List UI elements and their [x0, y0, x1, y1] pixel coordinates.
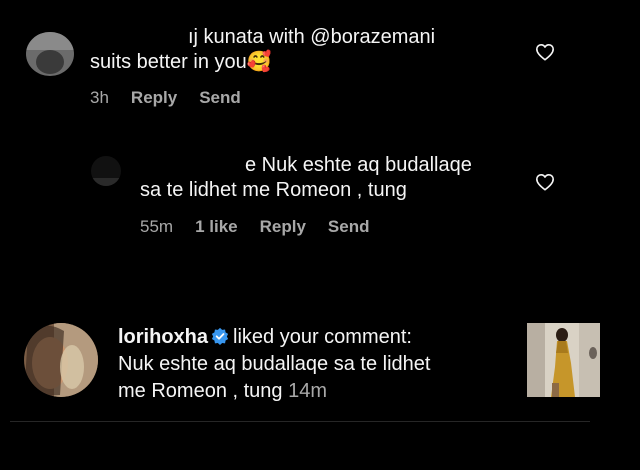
heart-outline-icon[interactable] — [535, 173, 555, 196]
notification-line-1: lorihoxha liked your comment: — [118, 325, 412, 352]
commenter-avatar[interactable] — [26, 32, 74, 76]
comment-text-line-2: suits better in you🥰 — [90, 50, 272, 75]
likes-count[interactable]: 1 like — [195, 217, 238, 236]
comment-meta: 3h Reply Send — [90, 88, 263, 108]
notification-comment-end: me Romeon , tung — [118, 380, 283, 402]
notification-line-3: me Romeon , tung 14m — [118, 379, 327, 404]
notification-line-2: Nuk eshte aq budallaqe sa te lidhet — [118, 353, 431, 375]
reply-meta: 55m 1 like Reply Send — [140, 217, 391, 237]
reply-button[interactable]: Reply — [260, 217, 306, 236]
verified-badge-icon — [211, 327, 229, 352]
comment-text-line-1: ıj kunata with @borazemani — [188, 26, 436, 48]
notification-time: 14m — [288, 380, 327, 402]
divider — [10, 421, 590, 422]
notification-username[interactable]: lorihoxha — [118, 326, 208, 348]
notification-action: liked your comment: — [233, 326, 412, 348]
notification-avatar[interactable] — [24, 323, 98, 397]
reply-time: 55m — [140, 217, 174, 236]
send-button[interactable]: Send — [328, 217, 370, 236]
send-button[interactable]: Send — [199, 88, 241, 107]
post-thumbnail[interactable] — [527, 323, 600, 397]
smiling-face-hearts-emoji: 🥰 — [246, 51, 272, 73]
comment-time: 3h — [90, 88, 109, 107]
replier-avatar[interactable] — [91, 156, 121, 186]
heart-outline-icon[interactable] — [535, 43, 555, 66]
reply-text-line-2: sa te lidhet me Romeon , tung — [140, 179, 407, 201]
reply-button[interactable]: Reply — [131, 88, 177, 107]
reply-text-line-1: e Nuk eshte aq budallaqe — [245, 154, 472, 176]
comment-text: suits better in you — [90, 51, 247, 73]
